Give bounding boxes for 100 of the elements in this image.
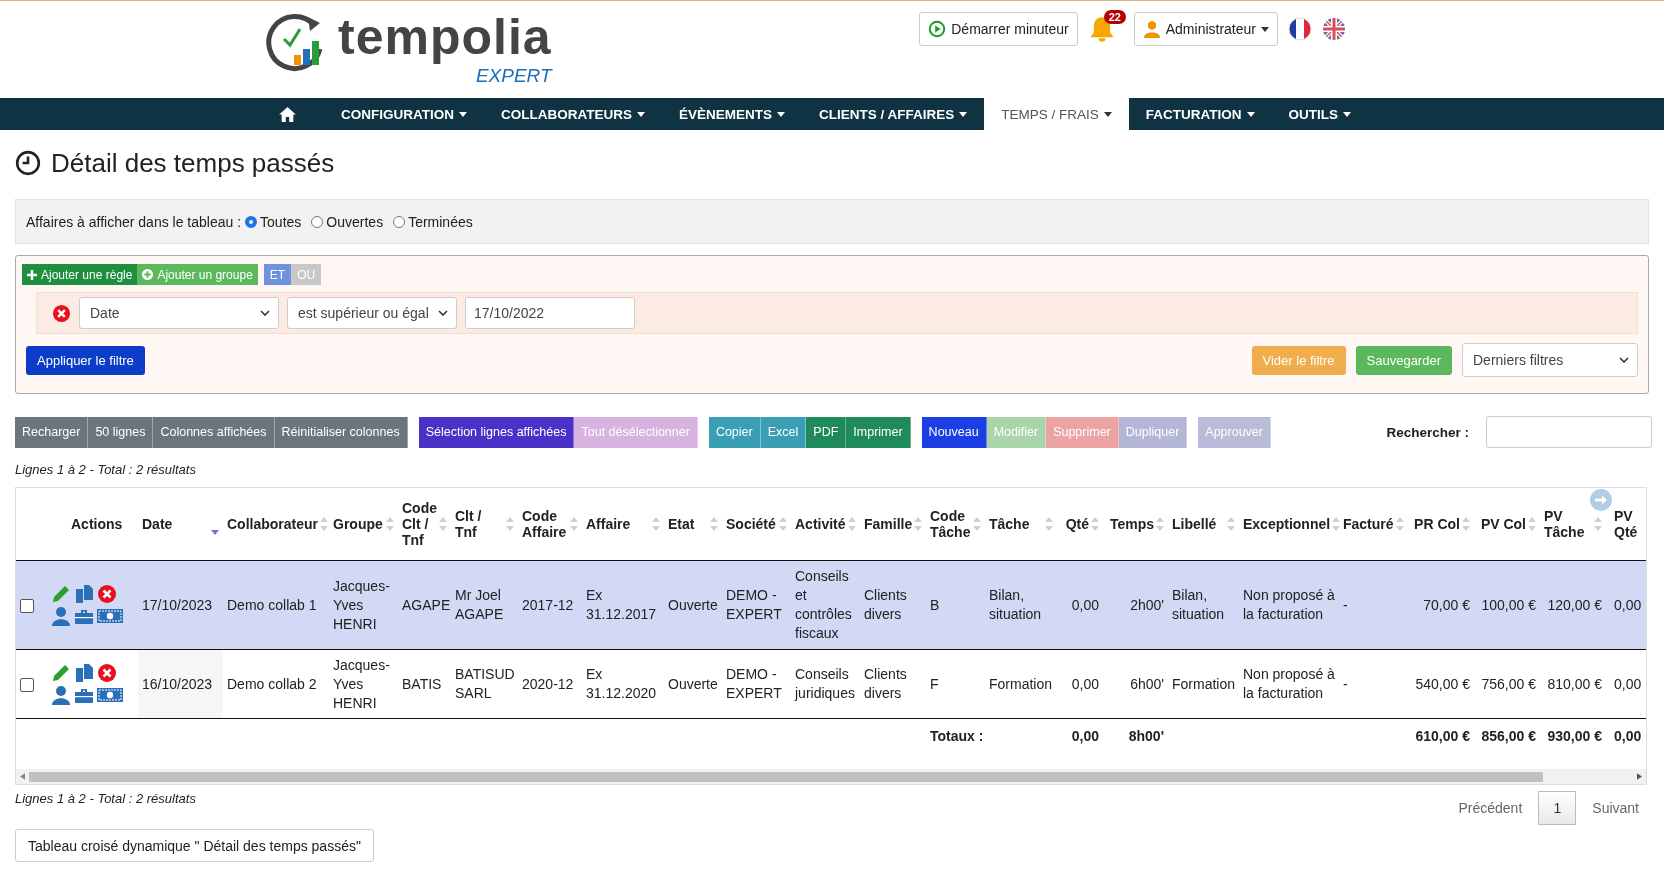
scroll-left-arrow-icon[interactable]	[20, 773, 25, 780]
filter-label: Affaires à afficher dans le tableau :	[26, 213, 242, 230]
row-checkbox[interactable]	[20, 677, 34, 692]
table-cell: -	[1343, 675, 1348, 692]
table-cell: 0,00	[1071, 675, 1099, 692]
radio-button[interactable]	[393, 215, 406, 228]
table-cell: 16/10/2023	[142, 675, 213, 692]
nav-tab[interactable]: TEMPS / FRAIS	[984, 98, 1129, 130]
apply-filter-button[interactable]: Appliquer le filtre	[26, 345, 145, 375]
value-field[interactable]: 17/10/2022	[465, 297, 635, 329]
table-cell: BATISUD SARL	[455, 666, 515, 701]
clock-icon	[15, 150, 41, 176]
banknote-icon[interactable]	[97, 607, 123, 625]
column-header[interactable]: Temps	[1109, 516, 1154, 532]
table-cell: Demo collab 2	[227, 675, 317, 692]
person-icon[interactable]	[51, 685, 71, 705]
horizontal-scrollbar[interactable]	[16, 769, 1646, 784]
person-icon[interactable]	[51, 606, 71, 626]
search-field[interactable]	[1486, 416, 1652, 448]
radio-label[interactable]: Toutes	[260, 213, 302, 230]
home-icon[interactable]	[279, 106, 296, 122]
row-checkbox[interactable]	[20, 598, 34, 613]
previous-page-link[interactable]: Précédent	[1458, 800, 1523, 816]
table-row[interactable]	[16, 560, 1646, 650]
nav-tab[interactable]: COLLABORATEURS	[484, 98, 662, 130]
caret-icon	[959, 111, 968, 117]
column-header[interactable]: PV Col	[1480, 516, 1526, 532]
column-header[interactable]: Activité	[795, 516, 846, 532]
column-header[interactable]: PR Col	[1414, 516, 1460, 532]
next-page-link[interactable]: Suivant	[1592, 800, 1639, 816]
field-select[interactable]: Date	[79, 297, 279, 329]
remove-icon[interactable]	[52, 303, 71, 323]
table-cell: 0,00	[1614, 596, 1642, 613]
column-header[interactable]: Famille	[864, 516, 913, 532]
column-header[interactable]: Société	[726, 516, 776, 532]
nav-tab[interactable]: FACTURATION	[1128, 98, 1272, 130]
table-cell: Formation	[1172, 675, 1236, 692]
column-header: Actions	[70, 516, 124, 532]
page-button[interactable]: 1	[1538, 791, 1577, 825]
saved-filters-select[interactable]: Derniers filtres	[1462, 343, 1638, 377]
radio-label[interactable]: Terminées	[408, 213, 473, 230]
copy-icon[interactable]	[74, 663, 94, 683]
column-header[interactable]: Code Clt / Tnf	[402, 500, 437, 548]
toolbar-button[interactable]: Recharger	[15, 416, 89, 448]
column-header[interactable]: Clt / Tnf	[455, 508, 504, 540]
copy-icon[interactable]	[74, 584, 94, 604]
toolbar-button[interactable]: Colonnes affichées	[153, 416, 275, 448]
operator-select[interactable]: est supérieur ou égal	[287, 297, 457, 329]
column-header[interactable]: Tâche	[989, 516, 1030, 532]
nav-tab[interactable]: ÉVÈNEMENTS	[662, 98, 803, 130]
delete-icon[interactable]	[97, 584, 117, 604]
add-rule-button[interactable]: Ajouter une règle	[22, 264, 138, 285]
nav-tab[interactable]: CONFIGURATION	[324, 98, 484, 130]
table-row[interactable]	[16, 649, 1646, 719]
table-cell: AGAPE	[402, 596, 451, 613]
column-header[interactable]: PV Qté	[1614, 508, 1646, 540]
column-header[interactable]: Collaborateur	[227, 516, 318, 532]
column-header[interactable]: Qté	[1065, 516, 1089, 532]
table-cell: 17/10/2023	[142, 596, 213, 613]
banknote-icon[interactable]	[97, 686, 123, 704]
table-cell: Clients divers	[864, 666, 907, 701]
pencil-icon[interactable]	[51, 584, 71, 604]
column-header[interactable]: PV Tâche	[1544, 508, 1592, 540]
toolbar-button[interactable]: PDF	[806, 416, 847, 448]
nav-tab[interactable]: CLIENTS / AFFAIRES	[802, 98, 985, 130]
column-header[interactable]: Exceptionnel	[1243, 516, 1331, 532]
page-title: Détail des temps passés	[51, 147, 335, 179]
radio-button[interactable]	[311, 215, 324, 228]
pivot-table-button[interactable]: Tableau croisé dynamique " Détail des temps passés"	[15, 829, 374, 862]
column-header[interactable]: Affaire	[586, 516, 631, 532]
column-header[interactable]: Code Tâche	[930, 508, 971, 540]
toolbar-button[interactable]: Imprimer	[846, 416, 911, 448]
toolbar-button[interactable]: Nouveau	[921, 416, 987, 448]
delete-icon[interactable]	[97, 663, 117, 683]
column-header[interactable]: Facturé	[1343, 516, 1394, 532]
column-header[interactable]: Date	[142, 516, 173, 532]
toolbar-button[interactable]: Réinitialiser colonnes	[274, 416, 408, 448]
chevron-down-icon	[260, 310, 270, 316]
play-icon	[928, 20, 947, 38]
column-header[interactable]: Libellé	[1172, 516, 1217, 532]
table-cell: BATIS	[402, 675, 442, 692]
results-info: Lignes 1 à 2 - Total : 2 résultats	[15, 462, 197, 479]
column-header[interactable]: Code Affaire	[522, 508, 568, 540]
column-header[interactable]: Etat	[668, 516, 695, 532]
table-cell: 0,00	[1071, 596, 1099, 613]
table-cell: Mr Joel AGAPE	[455, 587, 504, 622]
radio-button[interactable]	[245, 215, 258, 228]
french-flag-icon[interactable]	[1288, 17, 1312, 41]
column-header[interactable]: Groupe	[333, 516, 383, 532]
pencil-icon[interactable]	[51, 663, 71, 683]
start-timer-button[interactable]: Démarrer minuteur	[919, 12, 1078, 46]
toolbar-button[interactable]: Sélection lignes affichées	[418, 416, 575, 448]
scroll-right-arrow-icon[interactable]	[1637, 773, 1642, 780]
toolbar-button[interactable]: 50 lignes	[88, 416, 154, 448]
user-menu-button[interactable]: Administrateur	[1133, 12, 1278, 46]
table-cell: 2017-12	[522, 596, 574, 613]
radio-label[interactable]: Ouvertes	[326, 213, 384, 230]
table-cell: Non proposé à la facturation	[1243, 666, 1335, 701]
nav-tab[interactable]: OUTILS	[1271, 98, 1369, 130]
uk-flag-icon[interactable]	[1322, 17, 1346, 41]
